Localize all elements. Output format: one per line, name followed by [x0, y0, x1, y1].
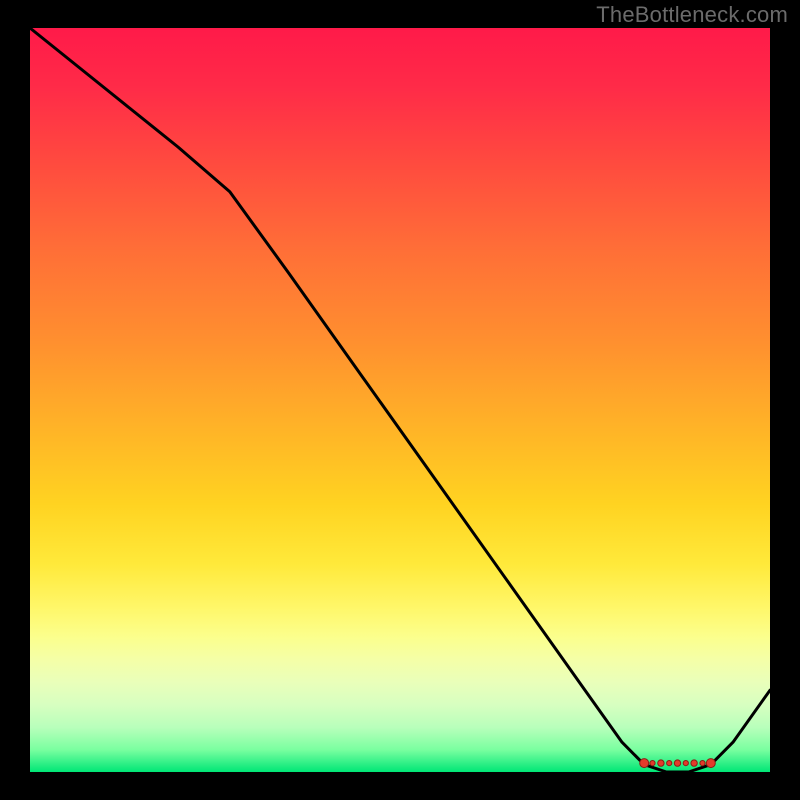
min-spot — [706, 759, 715, 768]
min-spot — [650, 761, 655, 766]
watermark-text: TheBottleneck.com — [596, 2, 788, 28]
bottleneck-curve — [30, 28, 770, 772]
min-spot — [667, 761, 672, 766]
curve-path — [30, 28, 770, 772]
chart-frame: TheBottleneck.com — [0, 0, 800, 800]
min-spot — [700, 761, 705, 766]
min-spot — [674, 760, 680, 766]
chart-plot-area — [30, 28, 770, 772]
min-spot — [640, 759, 649, 768]
min-spot — [683, 761, 688, 766]
min-spot — [691, 760, 697, 766]
min-spot — [658, 760, 664, 766]
